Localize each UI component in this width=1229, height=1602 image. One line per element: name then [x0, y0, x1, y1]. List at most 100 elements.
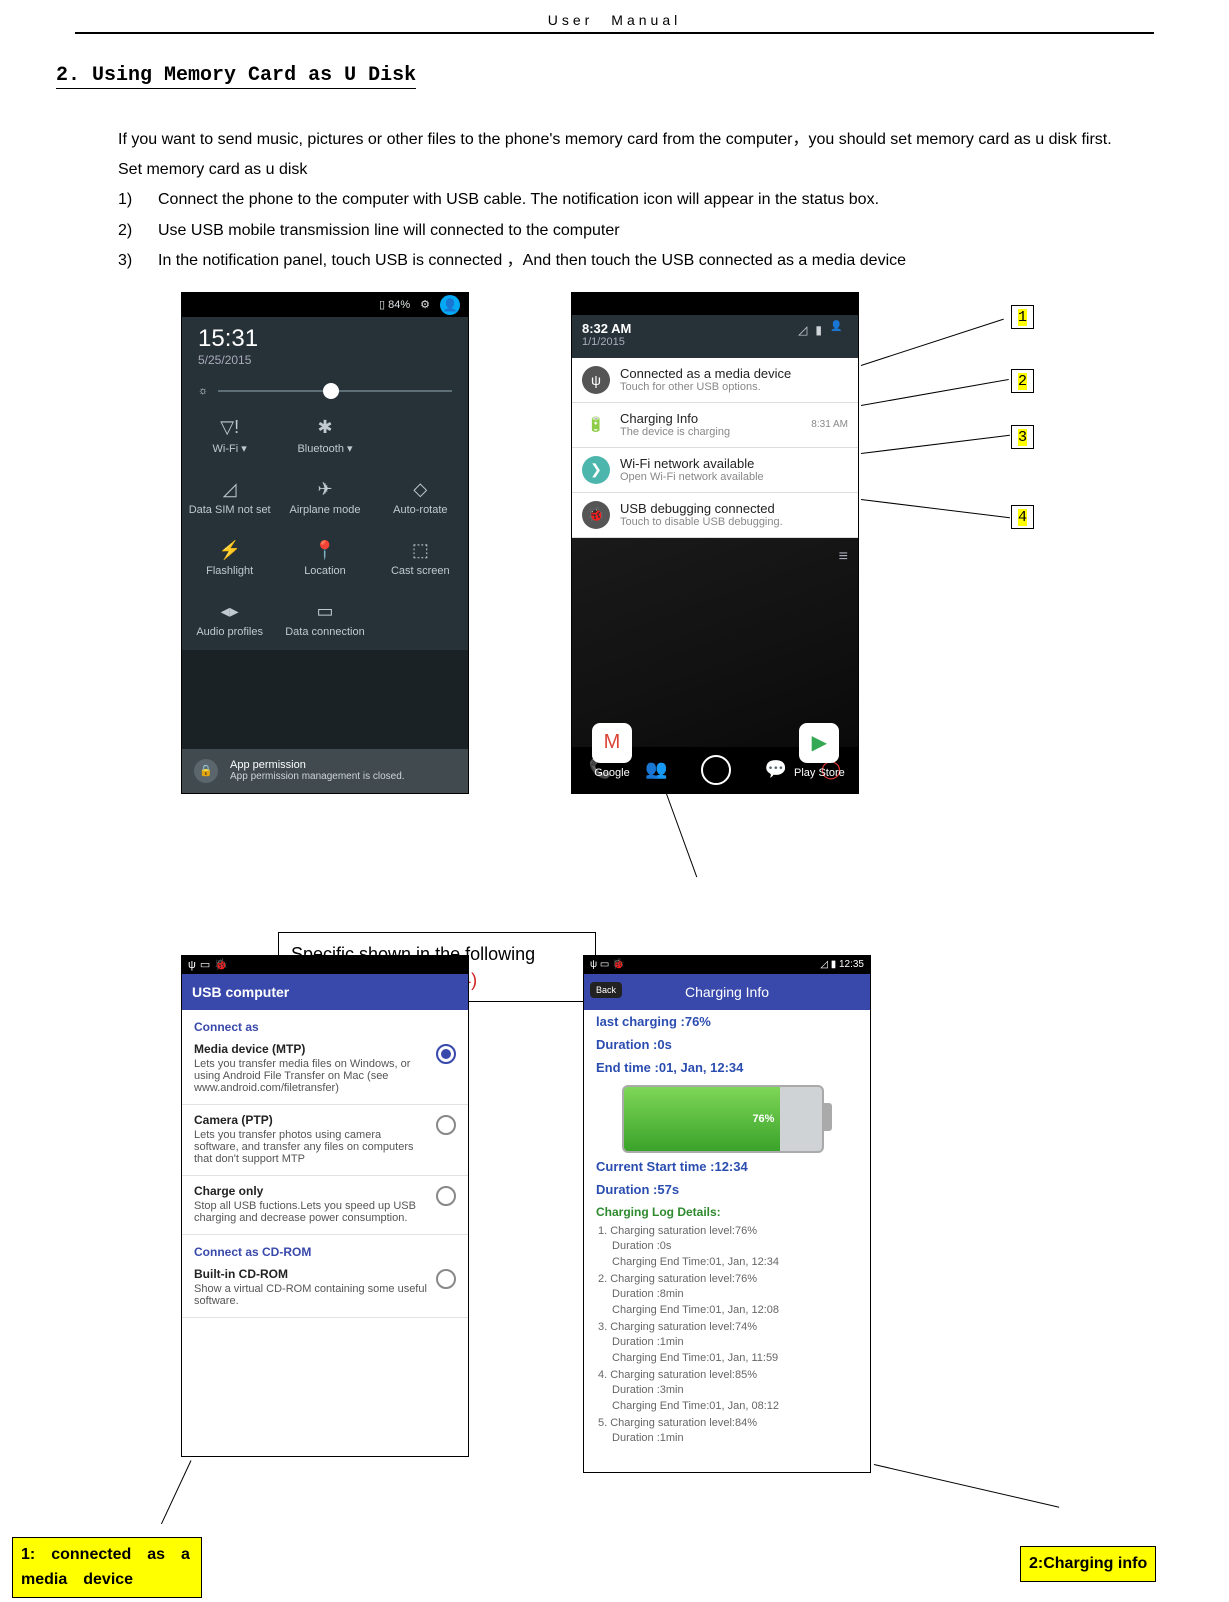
- radio-icon[interactable]: [436, 1269, 456, 1289]
- battery-icon: ▮: [831, 959, 839, 970]
- usb-option[interactable]: Charge only Stop all USB fuctions.Lets yo…: [182, 1176, 468, 1235]
- clock-date: 5/25/2015: [198, 353, 452, 367]
- steps-list: 1)Connect the phone to the computer with…: [118, 185, 1173, 276]
- radio-icon[interactable]: [436, 1044, 456, 1064]
- tile-label: Audio profiles: [196, 626, 263, 638]
- tile-icon: ▽!: [220, 417, 239, 438]
- leader-line: [161, 1460, 191, 1524]
- option-title: Built-in CD-ROM: [194, 1267, 428, 1281]
- back-button[interactable]: Back: [590, 982, 622, 998]
- radio-icon[interactable]: [436, 1186, 456, 1206]
- screen-title: Charging Info: [685, 984, 769, 1000]
- user-avatar-icon[interactable]: 👤: [830, 321, 848, 339]
- tile-icon: 📍: [314, 540, 336, 561]
- step-text: In the notification panel, touch USB is …: [158, 246, 906, 276]
- tile-label: Cast screen: [391, 565, 450, 577]
- usb-option[interactable]: Built-in CD-ROMShow a virtual CD-ROM con…: [182, 1259, 468, 1318]
- status-bar: ψ▭🐞: [182, 956, 468, 974]
- quick-tile[interactable]: [373, 405, 468, 467]
- screenshot-usb-connection: ψ▭🐞 USB computer Connect as Media device…: [182, 956, 468, 1456]
- notification-icon: 🔋: [582, 411, 610, 439]
- quick-tile[interactable]: ◂▸Audio profiles: [182, 589, 277, 650]
- quick-tile[interactable]: ▽!Wi-Fi ▾: [182, 405, 277, 467]
- log-entry: 5. Charging saturation level:84% Duratio…: [598, 1417, 858, 1445]
- callout-1: 1: [1011, 305, 1034, 329]
- option-title: Media device (MTP): [194, 1042, 428, 1056]
- intro-paragraph: If you want to send music, pictures or o…: [118, 125, 1173, 155]
- usb-option[interactable]: Media device (MTP) Lets you transfer medi…: [182, 1034, 468, 1105]
- screen-header: Back Charging Info: [584, 974, 870, 1010]
- status-bar: ▯ 84% ⚙ 👤: [182, 293, 468, 317]
- current-start: Current Start time :12:34: [584, 1155, 870, 1178]
- app-icon[interactable]: ▶Play Store: [794, 723, 845, 779]
- contacts-icon[interactable]: 👥: [645, 759, 667, 780]
- tile-label: Airplane mode: [290, 504, 361, 516]
- option-sub: Lets you transfer media files on Windows…: [194, 1058, 428, 1094]
- tag-text: 2:Charging info: [1029, 1555, 1147, 1572]
- quick-tile[interactable]: ✱Bluetooth ▾: [277, 405, 372, 467]
- sms-icon[interactable]: 💬: [765, 759, 787, 780]
- apps-icon[interactable]: [701, 755, 731, 785]
- tile-label: Auto-rotate: [393, 504, 447, 516]
- radio-icon[interactable]: [436, 1115, 456, 1135]
- tile-label: Location: [304, 565, 346, 577]
- status-time: 12:35: [839, 959, 864, 970]
- usb-option[interactable]: Camera (PTP)Lets you transfer photos usi…: [182, 1105, 468, 1176]
- heads-up-notification[interactable]: 🔒 App permission App permission manageme…: [182, 749, 468, 793]
- usb-options-2: Built-in CD-ROMShow a virtual CD-ROM con…: [182, 1259, 468, 1318]
- quick-tile[interactable]: ◿Data SIM not set: [182, 467, 277, 528]
- quick-tile[interactable]: ⬚ Cast screen: [373, 528, 468, 589]
- lock-icon: 🔒: [194, 759, 218, 783]
- quick-tile[interactable]: ✈Airplane mode: [277, 467, 372, 528]
- notification-subtitle: Open Wi-Fi network available: [620, 471, 764, 483]
- quick-tile[interactable]: ▭Data connection: [277, 589, 372, 650]
- tag-charging-info: 2:Charging info: [1020, 1546, 1156, 1582]
- tile-icon: ⬚: [412, 540, 429, 561]
- notification-item[interactable]: ❯Wi-Fi network availableOpen Wi-Fi netwo…: [572, 448, 858, 493]
- brightness-slider[interactable]: ☼: [182, 377, 468, 405]
- leader-line: [874, 1464, 1059, 1508]
- option-title: Charge only: [194, 1184, 428, 1198]
- tile-icon: ◇: [413, 479, 427, 500]
- tile-icon: ⚡: [218, 540, 240, 561]
- step-num: 2): [118, 216, 140, 246]
- log-heading: Charging Log Details:: [584, 1201, 870, 1223]
- notification-item[interactable]: 🔋Charging InfoThe device is charging8:31…: [572, 403, 858, 448]
- log-entry: 2. Charging saturation level:76% Duratio…: [598, 1273, 858, 1317]
- app-glyph: ▶: [799, 723, 839, 763]
- content: 2. Using Memory Card as U Disk If you wa…: [56, 64, 1173, 1522]
- notification-item[interactable]: 🐞USB debugging connectedTouch to disable…: [572, 493, 858, 538]
- tile-label: Data SIM not set: [189, 504, 271, 516]
- notification-title: USB debugging connected: [620, 501, 783, 516]
- status-bar: ψ ▭ 🐞◿ ▮ 12:35: [584, 956, 870, 974]
- step-num: 3): [118, 246, 140, 276]
- quick-tiles: ▽!Wi-Fi ▾✱Bluetooth ▾◿Data SIM not set✈A…: [182, 405, 468, 650]
- quick-tile[interactable]: 📍 Location: [277, 528, 372, 589]
- duration: Duration :0s: [584, 1033, 870, 1056]
- option-sub: Stop all USB fuctions.Lets you speed up …: [194, 1200, 428, 1224]
- app-icon[interactable]: MGoogle: [592, 723, 632, 779]
- user-avatar-icon[interactable]: 👤: [440, 295, 460, 315]
- battery-icon: ▯ 84%: [379, 298, 410, 311]
- end-time: End time :01, Jan, 12:34: [584, 1056, 870, 1079]
- sun-dim-icon: ☼: [198, 385, 208, 397]
- log-entry: 4. Charging saturation level:85% Duratio…: [598, 1369, 858, 1413]
- footer-title: App permission: [230, 759, 405, 771]
- usb-icon: ψ: [188, 959, 196, 971]
- notification-time: 8:31 AM: [811, 419, 848, 430]
- subheading: Set memory card as u disk: [118, 161, 1173, 179]
- menu-icon[interactable]: ≡: [839, 548, 848, 566]
- notification-item[interactable]: ψConnected as a media deviceTouch for ot…: [572, 358, 858, 403]
- clock-time: 15:31: [198, 325, 452, 353]
- settings-icon[interactable]: ⚙: [420, 298, 430, 311]
- quick-tile[interactable]: ⚡Flashlight: [182, 528, 277, 589]
- last-charging: last charging :76%: [584, 1010, 870, 1033]
- leader-line: [861, 318, 1004, 365]
- step-text: Use USB mobile transmission line will co…: [158, 216, 620, 246]
- callout-3: 3: [1011, 425, 1034, 449]
- figures-row-1: ▯ 84% ⚙ 👤 15:31 5/25/2015 ☼ ▽!Wi-Fi ▾✱Bl…: [56, 277, 1173, 912]
- body-text: If you want to send music, pictures or o…: [118, 125, 1173, 277]
- current-duration: Duration :57s: [584, 1178, 870, 1201]
- quick-tile[interactable]: ◇ Auto-rotate: [373, 467, 468, 528]
- quick-tile[interactable]: [373, 589, 468, 650]
